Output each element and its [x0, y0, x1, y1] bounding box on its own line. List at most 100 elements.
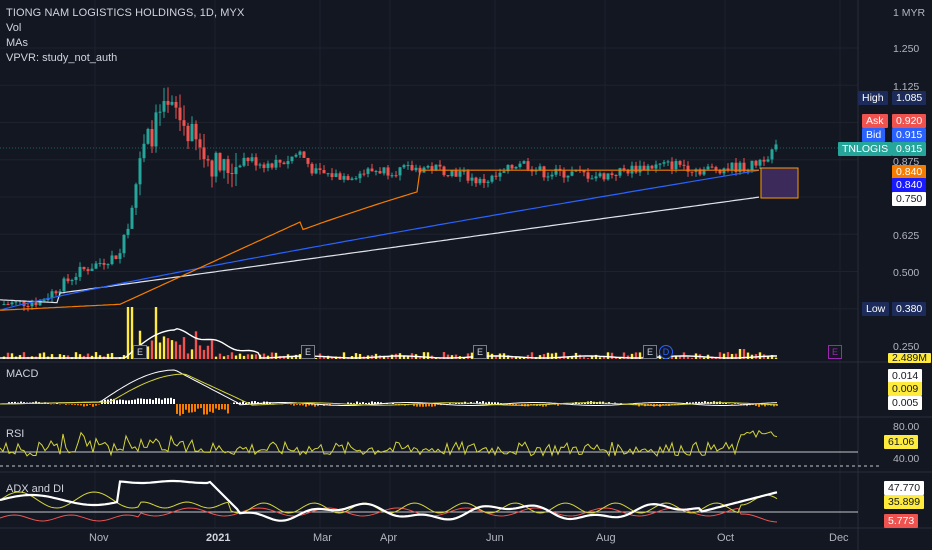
earnings-event-icon[interactable]: E	[643, 345, 657, 359]
macd-bar	[146, 399, 148, 404]
macd-bar	[128, 400, 130, 404]
low-tag-value: 0.380	[892, 302, 927, 316]
volume-bar	[562, 352, 566, 359]
candle-body	[302, 151, 306, 158]
candle-body	[774, 144, 778, 150]
projection-box[interactable]	[760, 167, 799, 199]
volume-bar	[214, 356, 218, 359]
volume-bar	[686, 356, 690, 359]
candle-body	[122, 234, 126, 254]
candle-body	[706, 166, 710, 170]
currency-label: 1 MYR	[893, 7, 926, 19]
macd-bar	[206, 404, 208, 415]
volume-bar	[218, 353, 222, 359]
candle-body	[6, 304, 10, 306]
chart-canvas[interactable]	[0, 0, 932, 550]
candle-body	[690, 171, 694, 173]
candle-body	[2, 304, 6, 306]
earnings-event-icon[interactable]: E	[828, 345, 842, 359]
candle-body	[326, 173, 330, 175]
x-axis-label: Apr	[380, 532, 398, 544]
adx-plus-di-value: 35.899	[884, 495, 925, 509]
candle-body	[230, 173, 234, 175]
candle-body	[498, 172, 502, 177]
macd-label[interactable]: MACD	[6, 368, 38, 380]
macd-bar	[302, 404, 304, 406]
ma-orange-tag: 0.840	[892, 165, 927, 179]
candle-body	[426, 166, 430, 168]
candle-body	[550, 174, 554, 177]
earnings-event-icon[interactable]: E	[301, 345, 315, 359]
macd-bar	[449, 403, 451, 404]
candle-body	[466, 170, 470, 181]
candle-body	[162, 101, 166, 112]
macd-bar	[362, 402, 364, 404]
candle-body	[602, 173, 606, 180]
candle-body	[142, 143, 146, 159]
x-axis-label: Mar	[313, 532, 332, 544]
macd-bar	[227, 404, 229, 414]
candle-body	[682, 164, 686, 166]
volume-bar	[426, 352, 430, 359]
adx-value: 47.770	[884, 481, 925, 495]
price-tick: 0.500	[893, 267, 920, 279]
candle-body	[438, 164, 442, 167]
candle-body	[130, 207, 134, 229]
candle-body	[382, 167, 386, 174]
macd-bar	[155, 398, 157, 404]
candle-body	[338, 173, 342, 180]
dividend-event-icon[interactable]: D	[659, 345, 673, 359]
candle-body	[758, 159, 762, 166]
candle-body	[90, 268, 94, 271]
price-tick: 0.625	[893, 230, 920, 242]
volume-bar	[126, 307, 130, 359]
x-axis-label: Dec	[829, 532, 849, 544]
macd-bar	[425, 404, 427, 407]
candle-body	[610, 173, 614, 175]
macd-bar	[359, 402, 361, 404]
candle-body	[98, 263, 102, 265]
candle-body	[390, 175, 394, 177]
macd-bar	[170, 397, 172, 404]
candle-body	[266, 163, 270, 168]
macd-bar	[152, 399, 154, 404]
indicator-mas[interactable]: MAs	[6, 37, 28, 49]
volume-bar	[234, 355, 238, 359]
candle-body	[254, 157, 258, 166]
candle-body	[170, 101, 174, 105]
candle-body	[330, 173, 334, 178]
macd-bar	[143, 398, 145, 404]
candle-body	[366, 168, 370, 174]
volume-bar	[150, 340, 154, 359]
macd-bar	[242, 401, 244, 404]
candle-body	[566, 175, 570, 178]
candle-body	[510, 164, 514, 169]
volume-bar	[158, 342, 162, 359]
candle-body	[298, 151, 302, 155]
volume-bar	[422, 352, 426, 359]
earnings-event-icon[interactable]: E	[133, 345, 147, 359]
adx-label[interactable]: ADX and DI	[6, 483, 64, 495]
volume-bar	[162, 336, 166, 359]
candle-body	[762, 159, 766, 162]
rsi-label[interactable]: RSI	[6, 428, 24, 440]
earnings-event-icon[interactable]: E	[473, 345, 487, 359]
indicator-vpvr[interactable]: VPVR: study_not_auth	[6, 52, 117, 64]
macd-bar	[224, 404, 226, 410]
macd-bar	[188, 404, 190, 413]
candle-body	[62, 278, 66, 292]
macd-bar	[419, 404, 421, 407]
ask-tag-label: Ask	[862, 114, 888, 128]
volume-bar	[610, 352, 614, 359]
candle-body	[34, 302, 38, 306]
candle-body	[598, 173, 602, 177]
macd-bar	[293, 404, 295, 406]
volume-bar	[174, 341, 178, 359]
candle-body	[226, 159, 230, 174]
volume-bar	[146, 346, 150, 359]
candle-body	[30, 302, 34, 307]
indicator-vol[interactable]: Vol	[6, 22, 21, 34]
ask-tag-value: 0.920	[892, 114, 927, 128]
candle-body	[342, 176, 346, 180]
volume-bar	[202, 349, 206, 359]
